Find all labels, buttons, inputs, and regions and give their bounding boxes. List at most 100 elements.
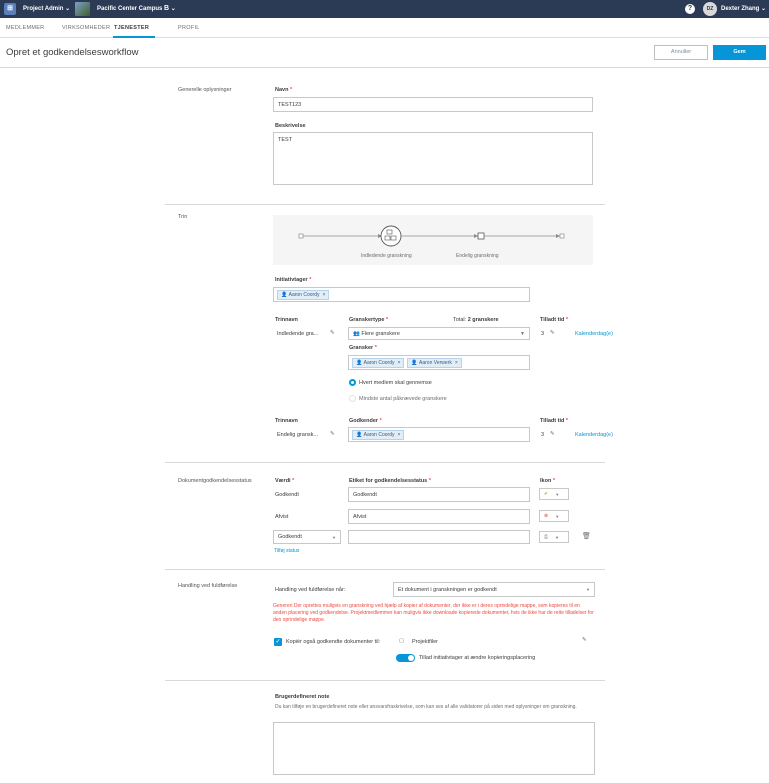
allow-change-location-toggle[interactable]	[396, 654, 415, 662]
status-row-3-value-select[interactable]: Godkendt ▼	[273, 530, 341, 544]
icon-label: Ikon *	[540, 478, 555, 484]
initiator-input[interactable]: 👤 Aaron Coordy ×	[273, 287, 530, 302]
approver-label-text: Godkender	[349, 418, 379, 424]
reviewers-label-text: Gransker	[349, 345, 374, 351]
chevron-down-icon: ▼	[520, 330, 525, 337]
divider	[165, 680, 605, 681]
divider	[165, 462, 605, 463]
initiator-chip[interactable]: 👤 Aaron Coordy ×	[277, 289, 330, 300]
help-icon[interactable]: ?	[685, 4, 695, 14]
allowed-time-label-2: Tilladt tid *	[540, 418, 569, 424]
top-bar: ⊞ Project Admin ⌄ Pacific Center Campus …	[0, 0, 769, 18]
status-row-3-icon-select[interactable]: ⎙ ▼	[539, 531, 569, 543]
days-unit-2[interactable]: Kalenderdag(e)	[575, 432, 613, 438]
chip-label: Aaron Coordy	[363, 431, 395, 438]
edit-days-icon[interactable]: ✎	[550, 330, 555, 336]
completion-when-value: Et dokument i granskningen er godkendt	[398, 586, 497, 593]
edit-step-name-icon[interactable]: ✎	[330, 330, 335, 336]
completion-error-message: Genereri Der oprettes muligvis en gransk…	[273, 603, 594, 624]
folder-name: Projektfiler	[412, 639, 438, 645]
reviewer-chip[interactable]: 👤 Aaron Coordy ×	[352, 357, 405, 368]
app-icon[interactable]: ⊞	[4, 3, 16, 15]
tab-services[interactable]: TJENESTER	[114, 25, 149, 31]
remove-chip-icon[interactable]: ×	[322, 292, 325, 298]
avatar[interactable]: DZ	[703, 2, 717, 16]
total-value: 2 granskere	[467, 317, 499, 323]
reviewer-type-label-text: Granskertype	[349, 317, 385, 323]
radio-every-member[interactable]	[349, 379, 356, 386]
approver-input[interactable]: 👤 Aaron Coordy ×	[348, 427, 530, 442]
remove-chip-icon[interactable]: ×	[397, 432, 400, 438]
tab-companies[interactable]: VIRKSOMHEDER	[62, 25, 110, 31]
completion-when-label: Handling ved fuldførelse når:	[275, 587, 346, 593]
save-button[interactable]: Gem	[713, 45, 766, 60]
project-badge: B	[164, 5, 170, 12]
chip-label: Aaron Coordy	[363, 359, 395, 366]
chevron-down-icon: ▼	[555, 513, 560, 519]
trash-icon[interactable]: 🗑	[582, 532, 591, 540]
step2-name: Endelig gransk...	[277, 432, 318, 438]
status-row-2-label-input[interactable]: Afvist	[348, 509, 530, 524]
cancel-button[interactable]: Annuller	[654, 45, 708, 60]
user-menu[interactable]: Dexter Zhang ⌄	[721, 5, 766, 12]
reviewer-type-value: Flere granskere	[361, 330, 400, 337]
allowed-time-label-2-text: Tilladt tid	[540, 418, 565, 424]
radio-minimum[interactable]	[349, 395, 356, 402]
status-row-1-label-input[interactable]: Godkendt	[348, 487, 530, 502]
section-status-label: Dokumentgodkendelsesstatus	[178, 478, 252, 484]
edit-step2-name-icon[interactable]: ✎	[330, 431, 335, 437]
add-status-link[interactable]: Tilføj status	[274, 548, 299, 554]
check-circle-icon: ✔	[544, 491, 549, 497]
status-label-label: Etiket for godkendelsesstatus *	[349, 478, 431, 484]
days-unit[interactable]: Kalenderdag(e)	[575, 331, 613, 337]
completion-when-select[interactable]: Et dokument i granskningen er godkendt ▼	[393, 582, 595, 597]
remove-chip-icon[interactable]: ×	[397, 360, 400, 366]
chevron-down-icon: ▼	[555, 534, 559, 540]
approver-label: Godkender *	[349, 418, 382, 424]
status-row-3-value: Godkendt	[278, 534, 302, 540]
remove-chip-icon[interactable]: ×	[455, 360, 458, 366]
allow-change-location-label: Tillad initiativtager at ændre kopiering…	[419, 655, 536, 661]
folder-icon: ▢	[399, 638, 405, 644]
approver-chip[interactable]: 👤 Aaron Coordy ×	[352, 429, 405, 440]
description-textarea[interactable]: TEST	[273, 132, 593, 185]
allowed-time-label-text: Tilladt tid	[540, 317, 565, 323]
document-icon: ⎙	[544, 534, 549, 540]
user-icon: 👤	[356, 431, 363, 438]
name-label-text: Navn	[275, 87, 289, 93]
chip-label: Aaron Verwerk	[419, 359, 452, 366]
status-row-1-value: Godkendt	[275, 492, 299, 498]
project-selector[interactable]: Pacific Center Campus B ⌄	[97, 5, 176, 12]
group-icon: 👥	[353, 330, 360, 337]
edit-folder-icon[interactable]: ✎	[582, 637, 587, 643]
custom-note-textarea[interactable]	[273, 722, 595, 775]
app-title-menu[interactable]: Project Admin ⌄	[23, 5, 70, 12]
reviewer-chip[interactable]: 👤 Aaron Verwerk ×	[407, 357, 462, 368]
value-label: Værdi *	[275, 478, 295, 484]
step-name-label: Trinnavn	[275, 317, 298, 323]
tab-members[interactable]: MEDLEMMER	[6, 25, 44, 31]
step-node-2-label: Endelig granskning	[456, 253, 499, 259]
step1-days: 3	[541, 331, 545, 337]
status-row-3-label-input[interactable]	[348, 530, 530, 544]
name-input[interactable]: TEST123	[273, 97, 593, 112]
edit-days-2-icon[interactable]: ✎	[550, 431, 555, 437]
step-node-1-label: Indledende granskning	[361, 253, 412, 259]
section-steps-label: Trin	[178, 214, 188, 220]
chip-label: Aaron Coordy	[288, 291, 320, 298]
icon-label-text: Ikon	[540, 478, 552, 484]
value-label-text: Værdi	[275, 478, 291, 484]
initiator-label: Initiativtager *	[275, 277, 312, 283]
step2-days: 3	[541, 432, 545, 438]
status-row-2-icon-select[interactable]: ⊗ ▼	[539, 510, 569, 522]
reviewer-type-select[interactable]: 👥 Flere granskere ▼	[348, 327, 530, 340]
tab-profile[interactable]: PROFIL	[178, 25, 200, 31]
status-row-1-icon-select[interactable]: ✔ ▼	[539, 488, 569, 500]
copy-approved-checkbox[interactable]: ✓	[274, 638, 282, 646]
status-label-label-text: Etiket for godkendelsesstatus	[349, 478, 428, 484]
nav-tabs: MEDLEMMER VIRKSOMHEDER TJENESTER PROFIL	[0, 18, 769, 38]
reviewers-input[interactable]: 👤 Aaron Coordy × 👤 Aaron Verwerk ×	[348, 355, 530, 370]
divider	[165, 204, 605, 205]
status-row-2-value: Afvist	[275, 514, 289, 520]
custom-note-title: Brugerdefineret note	[275, 694, 330, 700]
